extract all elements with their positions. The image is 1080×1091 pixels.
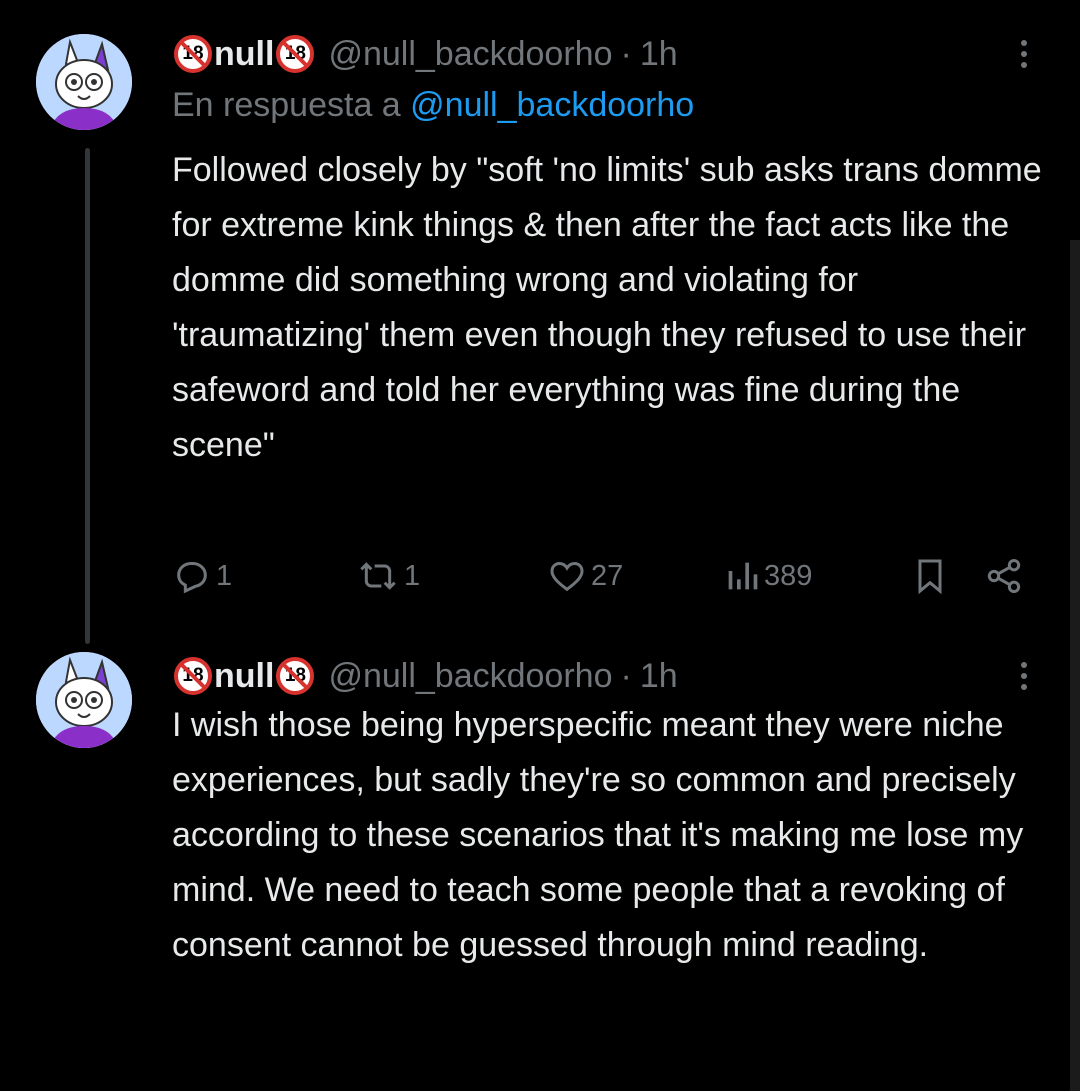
- tweet-header: 18 null 18 @null_backdoorho · 1h: [172, 30, 678, 78]
- reply-prefix: En respuesta a: [172, 86, 401, 124]
- reply-button[interactable]: 1: [172, 554, 232, 598]
- repost-button[interactable]: 1: [356, 554, 420, 598]
- timestamp[interactable]: 1h: [640, 35, 678, 74]
- views-button[interactable]: 389: [724, 554, 812, 598]
- repost-icon: [360, 562, 396, 590]
- action-bar: 1 1 27 389: [172, 554, 1032, 598]
- separator: ·: [620, 656, 632, 695]
- no-under-18-icon: 18: [276, 35, 315, 73]
- reply-count: 1: [216, 559, 233, 592]
- user-handle[interactable]: @null_backdoorho: [328, 35, 612, 74]
- tweet-1[interactable]: 18 null 18 @null_backdoorho · 1h En resp…: [0, 0, 1080, 640]
- share-icon: [987, 559, 1021, 593]
- like-button[interactable]: 27: [547, 554, 623, 598]
- view-count: 389: [764, 559, 813, 592]
- tweet-text: I wish those being hyperspecific meant t…: [172, 706, 1024, 964]
- bookmark-button[interactable]: [910, 554, 950, 598]
- no-under-18-icon: 18: [174, 657, 212, 695]
- no-under-18-icon: 18: [174, 35, 212, 73]
- avatar[interactable]: [36, 652, 132, 748]
- repost-count: 1: [404, 559, 421, 592]
- tweet-text: Followed closely by "soft 'no limits' su…: [172, 151, 1042, 464]
- reply-icon: [177, 562, 207, 594]
- share-button[interactable]: [984, 554, 1024, 598]
- like-count: 27: [591, 559, 624, 592]
- avatar[interactable]: [36, 34, 132, 130]
- display-name[interactable]: null: [214, 35, 274, 74]
- display-name[interactable]: null: [214, 657, 274, 696]
- no-under-18-icon: 18: [276, 657, 315, 695]
- user-handle[interactable]: @null_backdoorho: [328, 657, 612, 696]
- bookmark-icon: [918, 559, 942, 595]
- views-icon: [728, 562, 758, 590]
- like-icon: [550, 561, 584, 592]
- tweet-2[interactable]: 18 null 18 @null_backdoorho · 1h I wish …: [0, 640, 1080, 1091]
- separator: ·: [620, 34, 632, 73]
- tweet-header: 18 null 18 @null_backdoorho · 1h: [172, 652, 678, 700]
- more-icon[interactable]: [1010, 652, 1038, 700]
- reply-mention-link[interactable]: @null_backdoorho: [410, 86, 694, 124]
- reply-context: En respuesta a @null_backdoorho: [172, 86, 694, 125]
- timestamp[interactable]: 1h: [640, 657, 678, 696]
- more-icon[interactable]: [1010, 30, 1038, 78]
